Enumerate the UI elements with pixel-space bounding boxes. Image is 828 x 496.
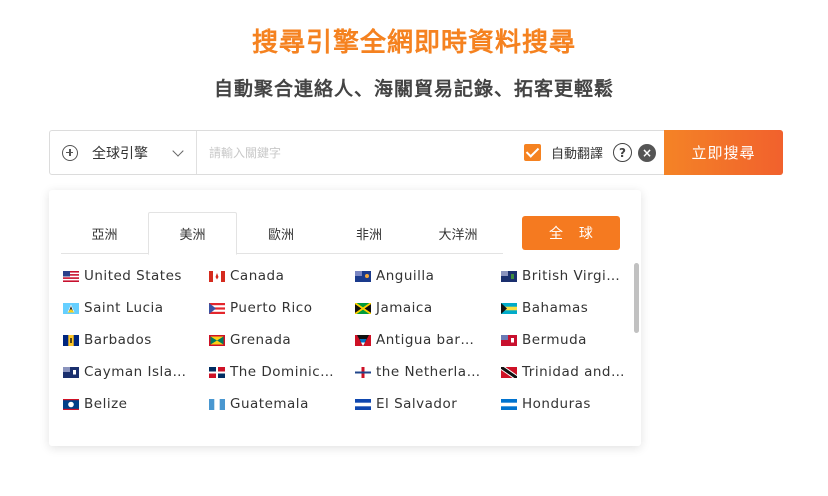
search-button[interactable]: 立即搜尋 bbox=[664, 130, 783, 175]
search-bar: 全球引擎 自動翻譯 ? × 立即搜尋 bbox=[49, 130, 783, 175]
gd-flag-icon bbox=[209, 334, 225, 346]
country-label: Anguilla bbox=[376, 268, 435, 284]
country-grid: United States Canada Anguilla British Vi… bbox=[63, 266, 625, 426]
country-label: United States bbox=[84, 268, 182, 284]
country-label: Bermuda bbox=[522, 332, 587, 348]
clear-icon[interactable]: × bbox=[638, 143, 656, 162]
tab-asia[interactable]: 亞洲 bbox=[61, 212, 148, 254]
bm-flag-icon bbox=[501, 334, 517, 346]
vg-flag-icon bbox=[501, 270, 517, 282]
do-flag-icon bbox=[209, 366, 225, 378]
country-label: Saint Lucia bbox=[84, 300, 164, 316]
hero-subtitle: 自動聚合連絡人、海關貿易記錄、拓客更輕鬆 bbox=[213, 78, 614, 100]
ai-flag-icon bbox=[355, 270, 371, 282]
region-tabs: 亞洲 美洲 歐洲 非洲 大洋洲 bbox=[61, 212, 551, 255]
country-item[interactable]: Anguilla bbox=[355, 266, 434, 286]
country-label: Bahamas bbox=[522, 300, 589, 316]
country-item[interactable]: Canada bbox=[209, 266, 284, 286]
country-label: Antigua bar… bbox=[376, 332, 475, 348]
country-label: Canada bbox=[230, 268, 285, 284]
auto-translate-checkbox[interactable] bbox=[523, 144, 541, 161]
country-item[interactable]: United States bbox=[63, 266, 182, 286]
scrollbar-thumb[interactable] bbox=[634, 263, 639, 333]
bs-flag-icon bbox=[501, 302, 517, 314]
country-item[interactable]: Antigua bar… bbox=[355, 330, 474, 350]
lc-flag-icon bbox=[63, 302, 79, 314]
auto-translate-label: 自動翻譯 bbox=[550, 147, 603, 162]
country-label: Puerto Rico bbox=[230, 300, 313, 316]
tab-europe[interactable]: 歐洲 bbox=[237, 212, 325, 254]
country-item[interactable]: Bermuda bbox=[501, 330, 587, 350]
tt-flag-icon bbox=[501, 366, 517, 378]
search-input[interactable] bbox=[197, 131, 524, 174]
country-item[interactable]: Puerto Rico bbox=[209, 298, 312, 318]
sv-flag-icon bbox=[355, 398, 371, 410]
us-flag-icon bbox=[63, 270, 79, 282]
country-label: Grenada bbox=[230, 332, 292, 348]
plus-circle-icon bbox=[62, 144, 78, 161]
country-label: El Salvador bbox=[376, 396, 458, 412]
country-label: Belize bbox=[84, 396, 128, 412]
hn-flag-icon bbox=[501, 398, 517, 410]
an-flag-icon bbox=[355, 366, 371, 378]
page: 搜尋引擎全網即時資料搜尋 自動聚合連絡人、海關貿易記錄、拓客更輕鬆 全球引擎 自… bbox=[0, 0, 828, 496]
country-label: the Netherla… bbox=[376, 364, 481, 380]
region-dropdown: 亞洲 美洲 歐洲 非洲 大洋洲 全 球 United States Canada… bbox=[49, 190, 641, 446]
hero-title: 搜尋引擎全網即時資料搜尋 bbox=[251, 28, 576, 58]
country-item[interactable]: the Netherla… bbox=[355, 362, 481, 382]
tab-oceania[interactable]: 大洋洲 bbox=[413, 212, 503, 254]
country-item[interactable]: British Virgi… bbox=[501, 266, 620, 286]
tab-africa[interactable]: 非洲 bbox=[325, 212, 413, 254]
gt-flag-icon bbox=[209, 398, 225, 410]
country-label: Cayman Isla… bbox=[84, 364, 187, 380]
engine-select[interactable]: 全球引擎 bbox=[50, 131, 197, 174]
country-item[interactable]: El Salvador bbox=[355, 394, 457, 414]
bz-flag-icon bbox=[63, 398, 79, 410]
country-label: Honduras bbox=[522, 396, 591, 412]
ca-flag-icon bbox=[209, 270, 225, 282]
tab-americas[interactable]: 美洲 bbox=[148, 212, 237, 255]
country-item[interactable]: Honduras bbox=[501, 394, 591, 414]
country-label: Trinidad and… bbox=[522, 364, 625, 380]
engine-label: 全球引擎 bbox=[92, 145, 148, 162]
country-item[interactable]: Belize bbox=[63, 394, 127, 414]
ag-flag-icon bbox=[355, 334, 371, 346]
country-item[interactable]: Trinidad and… bbox=[501, 362, 625, 382]
country-label: Guatemala bbox=[230, 396, 309, 412]
bb-flag-icon bbox=[63, 334, 79, 346]
country-item[interactable]: Cayman Isla… bbox=[63, 362, 187, 382]
country-label: Barbados bbox=[84, 332, 152, 348]
chevron-down-icon bbox=[172, 144, 184, 157]
country-item[interactable]: Bahamas bbox=[501, 298, 588, 318]
country-item[interactable]: Grenada bbox=[209, 330, 291, 350]
country-item[interactable]: Jamaica bbox=[355, 298, 433, 318]
country-label: British Virgi… bbox=[522, 268, 621, 284]
help-icon[interactable]: ? bbox=[613, 143, 632, 162]
country-item[interactable]: Barbados bbox=[63, 330, 152, 350]
ky-flag-icon bbox=[63, 366, 79, 378]
country-item[interactable]: The Dominic… bbox=[209, 362, 334, 382]
country-item[interactable]: Guatemala bbox=[209, 394, 309, 414]
pr-flag-icon bbox=[209, 302, 225, 314]
jm-flag-icon bbox=[355, 302, 371, 314]
country-label: Jamaica bbox=[376, 300, 433, 316]
country-label: The Dominic… bbox=[230, 364, 335, 380]
country-item[interactable]: Saint Lucia bbox=[63, 298, 164, 318]
all-regions-button[interactable]: 全 球 bbox=[522, 216, 620, 250]
